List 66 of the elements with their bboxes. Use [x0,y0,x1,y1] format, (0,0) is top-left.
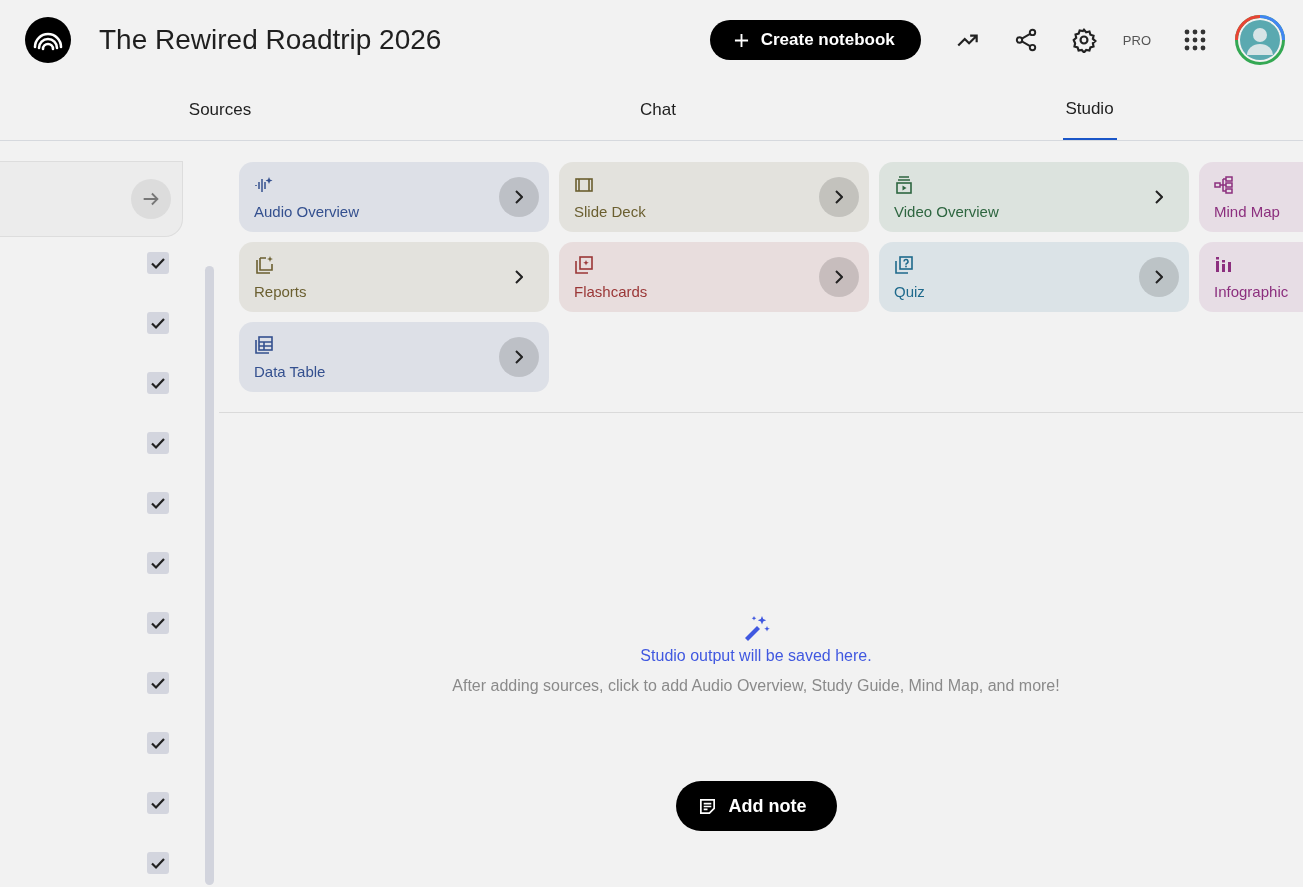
logo-icon[interactable] [25,17,71,63]
avatar[interactable] [1235,15,1285,65]
source-checkbox[interactable] [147,492,169,514]
tab[interactable]: Chat [440,80,876,140]
chevron-button[interactable] [819,257,859,297]
card-label: Audio Overview [254,202,360,220]
source-checkbox[interactable] [147,852,169,874]
studio-card[interactable]: Video Overview [879,162,1189,232]
submit-arrow-button[interactable] [131,179,171,219]
source-checkbox[interactable] [147,672,169,694]
plus-icon [733,32,749,48]
chevron-icon [1155,190,1163,204]
studio-card[interactable]: Data Table [239,322,549,392]
studio-card[interactable]: Flashcards [559,242,869,312]
quiz-icon [894,254,914,275]
source-checkbox[interactable] [147,252,169,274]
chevron-button[interactable] [1139,257,1179,297]
card-label: Flashcards [574,282,648,300]
source-checkbox[interactable] [147,792,169,814]
scrollbar[interactable] [205,266,214,885]
tab[interactable]: Sources [0,80,440,140]
card-label: Mind Map [1214,202,1280,220]
source-input-box[interactable] [0,161,183,237]
flashcards-icon [574,254,594,275]
studio-card[interactable]: Quiz [879,242,1189,312]
chevron-icon [835,190,843,204]
card-label: Quiz [894,282,925,300]
empty-state-description: After adding sources, click to add Audio Overview, Study Guide, Mind Map, and more! [452,677,1060,695]
table-icon [254,334,274,355]
source-checkbox[interactable] [147,612,169,634]
chevron-icon [515,350,523,364]
studio-card[interactable]: Audio Overview [239,162,549,232]
bar-chart-icon [1214,254,1234,275]
chevron-icon [1155,270,1163,284]
notebook-title[interactable]: The Rewired Roadtrip 2026 [99,24,442,56]
chevron-icon [515,270,523,284]
card-label: Video Overview [894,202,999,220]
tab[interactable]: Studio [876,80,1303,138]
source-checkbox[interactable] [147,552,169,574]
studio-card[interactable]: Reports [239,242,549,312]
empty-state-title: Studio output will be saved here. [640,647,872,665]
source-checkbox[interactable] [147,732,169,754]
studio-card[interactable]: Mind Map [1199,162,1303,232]
chevron-icon [835,270,843,284]
mind-map-icon [1214,174,1234,195]
chevron-button[interactable] [499,177,539,217]
chevron-button[interactable] [819,177,859,217]
note-icon [697,796,717,816]
source-checkbox[interactable] [147,432,169,454]
settings-icon[interactable] [1070,27,1097,53]
source-checkbox[interactable] [147,312,169,334]
card-label: Infographic [1214,282,1289,300]
plan-label: PRO [1122,32,1151,48]
studio-card[interactable]: Infographic [1199,242,1303,312]
add-note-button[interactable]: Add note [675,781,837,831]
card-label: Data Table [254,362,326,380]
report-icon [254,254,274,275]
card-label: Reports [254,282,307,300]
source-checkbox[interactable] [147,372,169,394]
chevron-icon [515,190,523,204]
card-label: Slide Deck [574,202,646,220]
studio-card[interactable]: Slide Deck [559,162,869,232]
video-icon [894,174,914,195]
create-notebook-button[interactable]: Create notebook [709,20,921,60]
apps-icon[interactable] [1183,28,1207,52]
chevron-button[interactable] [499,337,539,377]
